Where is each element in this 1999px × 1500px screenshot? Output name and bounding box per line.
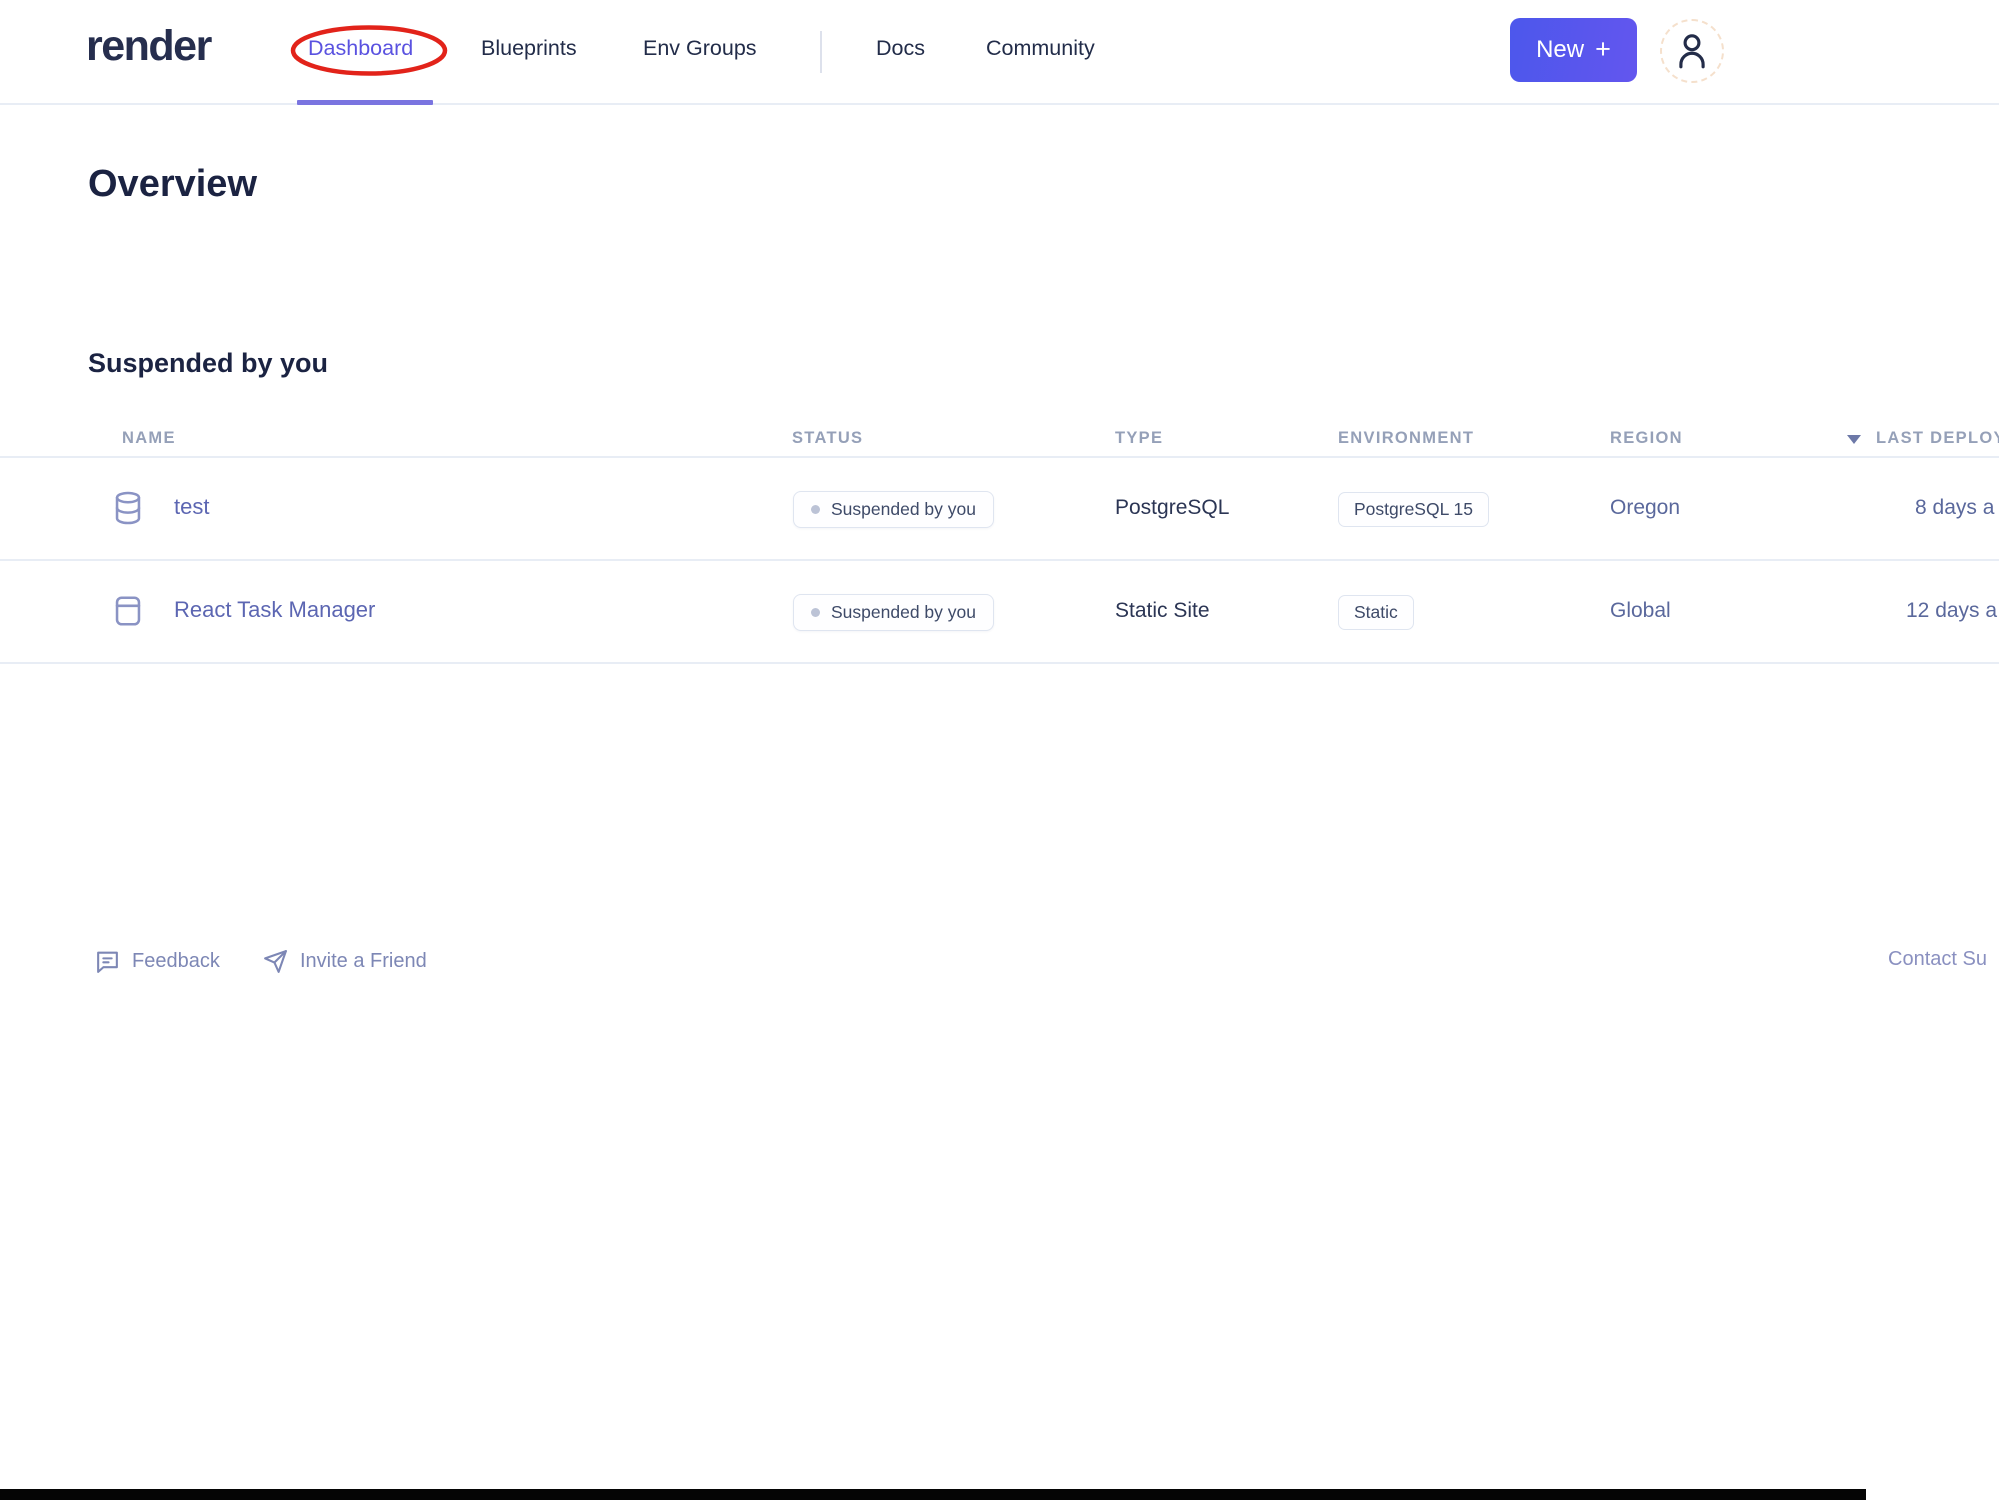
- plus-icon: +: [1595, 33, 1611, 64]
- page-title: Overview: [88, 163, 257, 205]
- nav-divider: [820, 31, 822, 73]
- service-region: Oregon: [1610, 496, 1681, 519]
- nav-link-community[interactable]: Community: [986, 36, 1095, 61]
- nav-tab-dashboard[interactable]: Dashboard: [308, 36, 413, 61]
- feedback-label: Feedback: [132, 950, 220, 972]
- database-icon: [115, 491, 141, 525]
- column-header-type[interactable]: TYPE: [1115, 429, 1163, 448]
- contact-support-label: Contact Su: [1888, 948, 1987, 970]
- bottom-edge-bar: [0, 1489, 1866, 1500]
- status-badge-label: Suspended by you: [831, 499, 976, 519]
- contact-support-link[interactable]: Contact Su: [1888, 948, 1987, 971]
- service-name-link[interactable]: test: [174, 494, 209, 520]
- invite-a-friend-link[interactable]: Invite a Friend: [262, 948, 427, 975]
- send-plane-icon: [264, 950, 287, 973]
- column-header-environment[interactable]: ENVIRONMENT: [1338, 429, 1474, 448]
- environment-badge: Static: [1338, 595, 1414, 630]
- service-name-link[interactable]: React Task Manager: [174, 597, 375, 623]
- active-tab-underline: [297, 100, 433, 105]
- status-dot-icon: [811, 505, 820, 514]
- table-header-row: NAME STATUS TYPE ENVIRONMENT REGION LAST…: [0, 420, 1999, 458]
- table-row[interactable]: test Suspended by you PostgreSQL Postgre…: [0, 458, 1999, 561]
- column-header-region[interactable]: REGION: [1610, 429, 1683, 448]
- new-button[interactable]: New +: [1510, 18, 1637, 82]
- status-badge: Suspended by you: [793, 594, 994, 631]
- service-region: Global: [1610, 599, 1671, 622]
- user-icon: [1679, 34, 1705, 69]
- column-header-name[interactable]: NAME: [122, 429, 176, 448]
- feedback-bubble-icon: [97, 951, 118, 973]
- nav-link-docs[interactable]: Docs: [876, 36, 925, 61]
- invite-label: Invite a Friend: [300, 950, 427, 972]
- status-dot-icon: [811, 608, 820, 617]
- environment-badge: PostgreSQL 15: [1338, 492, 1490, 527]
- service-type: Static Site: [1115, 599, 1210, 622]
- last-deploy-value: 12 days a: [1906, 599, 1998, 622]
- environment-badge-label: PostgreSQL 15: [1354, 499, 1474, 519]
- new-button-label: New: [1536, 36, 1585, 63]
- environment-badge-label: Static: [1354, 602, 1398, 622]
- column-header-status[interactable]: STATUS: [792, 429, 863, 448]
- column-header-last-deploy[interactable]: LAST DEPLOY: [1876, 429, 1999, 448]
- nav-tab-env-groups[interactable]: Env Groups: [643, 36, 757, 61]
- top-nav-bar: render Dashboard Blueprints Env Groups D…: [0, 0, 1999, 105]
- nav-tab-blueprints[interactable]: Blueprints: [481, 36, 577, 61]
- static-site-icon: [115, 596, 141, 626]
- section-title: Suspended by you: [88, 348, 329, 378]
- feedback-link[interactable]: Feedback: [94, 948, 220, 975]
- status-badge-label: Suspended by you: [831, 602, 976, 622]
- last-deploy-value: 8 days a: [1915, 496, 1995, 519]
- status-badge: Suspended by you: [793, 491, 994, 528]
- sort-descending-icon[interactable]: [1846, 434, 1862, 445]
- account-menu-button[interactable]: [1660, 19, 1724, 83]
- service-type: PostgreSQL: [1115, 496, 1230, 519]
- table-row[interactable]: React Task Manager Suspended by you Stat…: [0, 561, 1999, 664]
- render-logo[interactable]: render: [86, 22, 212, 71]
